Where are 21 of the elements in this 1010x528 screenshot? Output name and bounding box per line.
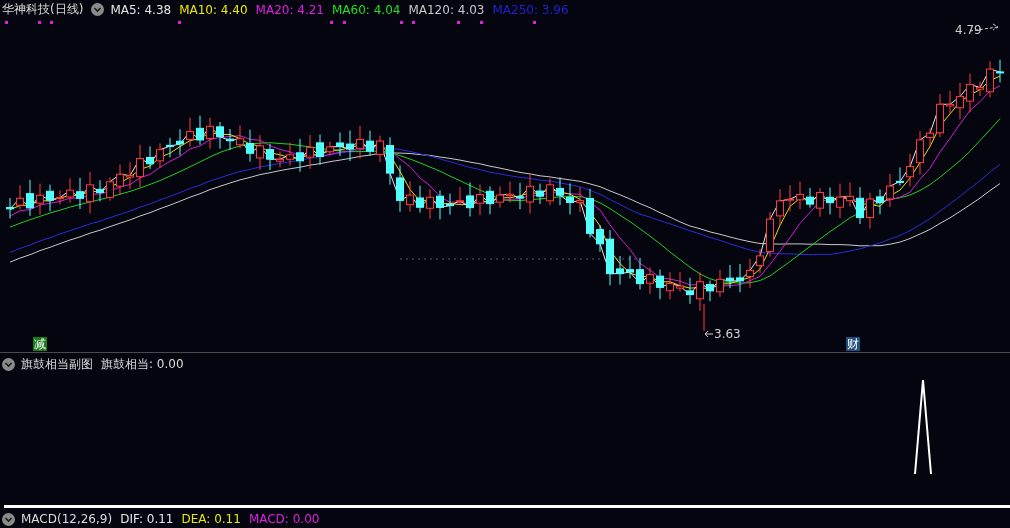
signal-badge: 财	[846, 337, 860, 352]
indicator-value: MA5: 4.38	[110, 2, 172, 17]
panel-title: 旗鼓相当副图	[21, 356, 93, 374]
indicator-value: MA250: 3.96	[492, 2, 569, 17]
dropdown-icon[interactable]	[2, 512, 15, 526]
pointer-arrow	[704, 330, 714, 338]
dropdown-icon[interactable]	[91, 3, 105, 17]
indicator-value: MA20: 4.21	[255, 2, 324, 17]
indicator-value: MA120: 4.03	[408, 2, 485, 17]
indicator-value: MA60: 4.04	[332, 2, 401, 17]
panel-title: MACD(12,26,9)	[21, 512, 113, 527]
price-label: 4.79	[955, 23, 982, 38]
signal-badge: 减	[33, 337, 47, 352]
chart-title: 华神科技(日线)	[2, 1, 84, 19]
dropdown-icon[interactable]	[2, 358, 15, 372]
indicator-value: MACD: 0.00	[248, 512, 320, 527]
indicator-value: DEA: 0.11	[181, 512, 241, 527]
indicator-value: MA10: 4.40	[179, 2, 248, 17]
indicator-value: DIF: 0.11	[120, 512, 174, 527]
indicator-value: 旗鼓相当: 0.00	[101, 356, 184, 374]
price-label: 3.63	[714, 327, 741, 342]
